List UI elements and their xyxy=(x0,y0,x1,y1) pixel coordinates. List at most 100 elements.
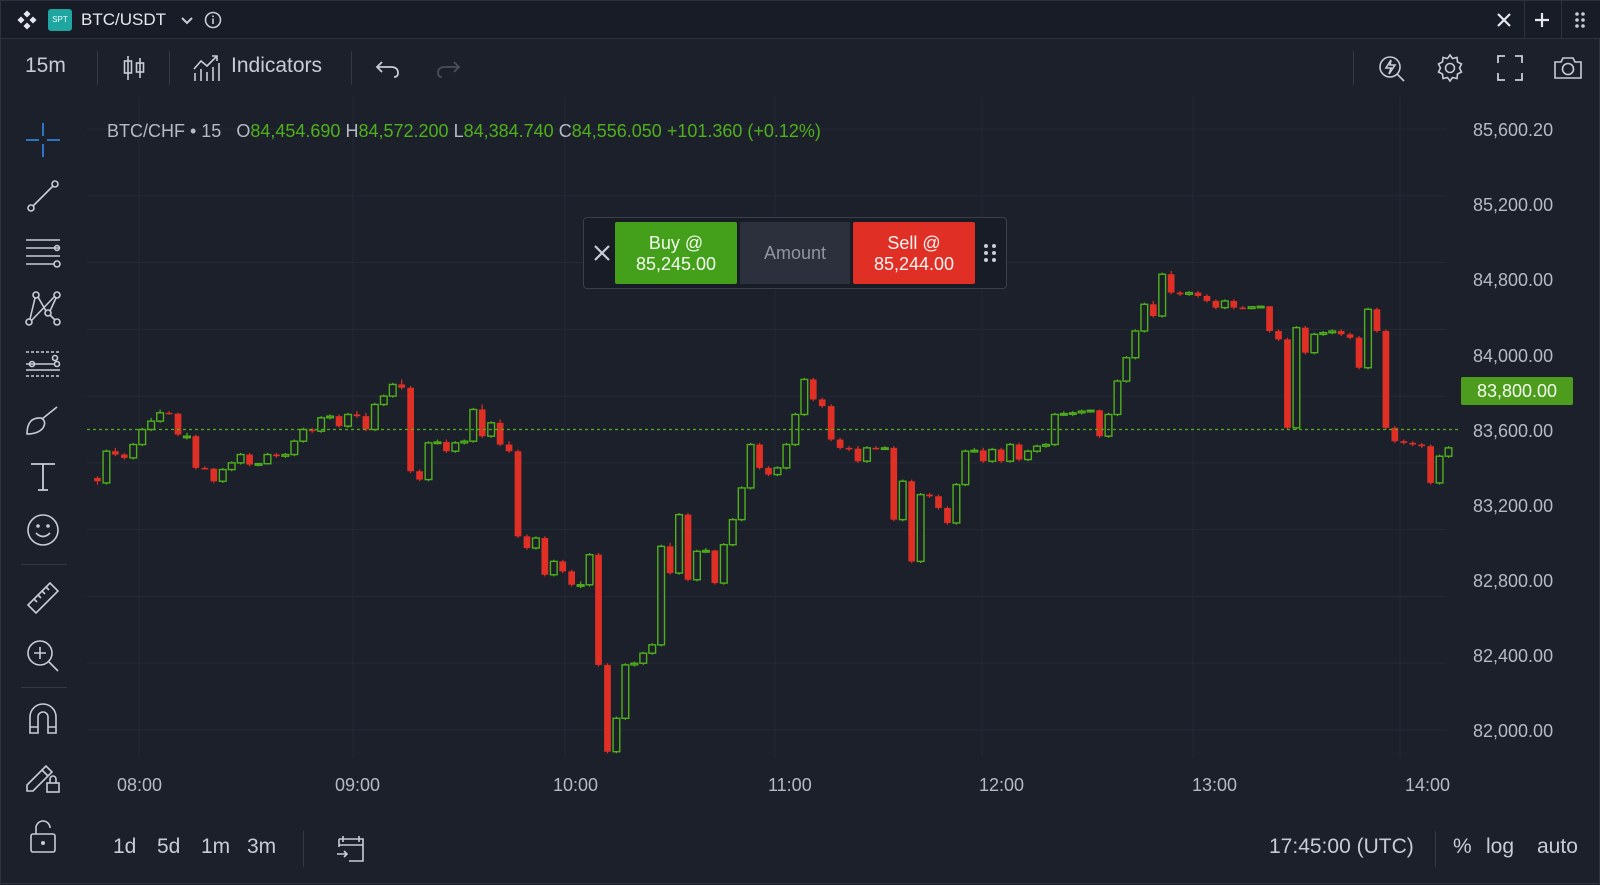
legend-open: 84,454.690 xyxy=(250,121,341,141)
candle-down xyxy=(416,469,423,482)
legend-close: 84,556.050 xyxy=(571,121,662,141)
candle-down xyxy=(1391,426,1399,443)
candle-down xyxy=(1212,299,1220,310)
time-tick: 10:00 xyxy=(553,775,599,795)
candle-up xyxy=(1131,329,1140,360)
auto-toggle[interactable]: auto xyxy=(1537,835,1578,859)
candle-down xyxy=(666,543,674,575)
symbol-badge: SPT xyxy=(48,9,72,31)
candle-down xyxy=(944,506,951,525)
candle-up xyxy=(102,449,111,485)
brush-icon[interactable] xyxy=(24,401,62,439)
price-tick: 83,600.00 xyxy=(1473,421,1554,441)
candle-down xyxy=(1302,325,1309,355)
fullscreen-icon[interactable] xyxy=(1495,53,1525,83)
indicators-button[interactable]: Indicators xyxy=(231,54,322,78)
amount-input[interactable]: Amount xyxy=(740,222,850,284)
candle-up xyxy=(1122,356,1131,383)
candle-up xyxy=(898,479,907,522)
price-scale[interactable]: 85,600.20 85,200.00 84,800.00 84,000.00 … xyxy=(1451,97,1600,817)
close-icon[interactable] xyxy=(1495,11,1513,29)
forecast-icon[interactable] xyxy=(24,345,62,383)
go-to-date-icon[interactable] xyxy=(335,833,367,865)
sell-price: 85,244.00 xyxy=(873,254,955,274)
price-tick: 83,200.00 xyxy=(1473,496,1554,516)
candle-up xyxy=(880,446,889,451)
fib-lines-icon[interactable] xyxy=(24,233,62,271)
candle-up xyxy=(728,517,737,547)
candle-down xyxy=(120,452,128,460)
range-3m[interactable]: 3m xyxy=(247,835,276,859)
drag-handle-icon[interactable] xyxy=(982,242,998,264)
emoji-icon[interactable] xyxy=(24,511,62,549)
pattern-icon[interactable] xyxy=(24,289,62,327)
range-1m[interactable]: 1m xyxy=(201,835,230,859)
candle-up xyxy=(379,394,388,407)
candle-up xyxy=(916,492,925,564)
add-chart-icon[interactable] xyxy=(1533,11,1551,29)
candle-down xyxy=(192,434,200,470)
candle-down xyxy=(1275,329,1282,342)
candle-up xyxy=(182,432,192,440)
candle-up xyxy=(290,439,299,457)
candle-down xyxy=(505,441,513,453)
range-1d[interactable]: 1d xyxy=(113,835,136,859)
candle-down xyxy=(1373,307,1381,333)
candle-down xyxy=(165,411,173,415)
candle-up xyxy=(1256,305,1265,309)
toolbar-divider xyxy=(97,51,98,85)
utc-clock[interactable]: 17:45:00 (UTC) xyxy=(1269,835,1414,859)
log-toggle[interactable]: log xyxy=(1486,835,1514,859)
redo-icon[interactable] xyxy=(433,53,463,83)
trend-line-icon[interactable] xyxy=(24,177,62,215)
candle-down xyxy=(935,494,942,510)
candle-up xyxy=(236,452,245,465)
range-5d[interactable]: 5d xyxy=(157,835,180,859)
candle-up xyxy=(343,412,353,428)
ohlc-legend: BTC/CHF • 15 O84,454.690 H84,572.200 L84… xyxy=(107,121,821,142)
candle-down xyxy=(112,447,119,457)
candle-up xyxy=(1023,449,1033,462)
current-price-label: 83,800.00 xyxy=(1461,377,1573,405)
sell-button[interactable]: Sell @ 85,244.00 xyxy=(853,222,975,284)
settings-icon[interactable] xyxy=(1435,53,1465,83)
candle-down xyxy=(1284,337,1291,430)
candle-up xyxy=(639,651,648,665)
magnet-icon[interactable] xyxy=(24,699,62,737)
interval-selector[interactable]: 15m xyxy=(25,54,66,78)
drag-handle-icon[interactable] xyxy=(1571,10,1589,30)
candle-up xyxy=(1292,325,1301,430)
buy-button[interactable]: Buy @ 85,245.00 xyxy=(615,222,737,284)
chevron-down-icon[interactable] xyxy=(179,12,195,28)
candle-down xyxy=(979,447,987,463)
undo-icon[interactable] xyxy=(373,53,403,83)
symbol-selector[interactable]: BTC/USDT xyxy=(81,10,166,30)
lock-drawing-icon[interactable] xyxy=(24,757,62,795)
close-icon[interactable] xyxy=(592,243,612,263)
price-tick: 84,800.00 xyxy=(1473,270,1554,290)
candle-up xyxy=(1113,379,1122,417)
candle-up xyxy=(424,441,433,482)
quick-trade-icon[interactable] xyxy=(1377,53,1407,83)
info-icon[interactable] xyxy=(204,11,222,29)
ruler-icon[interactable] xyxy=(24,579,62,617)
zoom-in-icon[interactable] xyxy=(24,637,62,675)
candle-down xyxy=(174,412,182,437)
text-icon[interactable] xyxy=(24,457,62,495)
candle-up xyxy=(630,661,639,667)
candle-up xyxy=(1184,290,1194,296)
exchange-logo-icon xyxy=(17,10,37,30)
price-chart[interactable] xyxy=(87,97,1487,817)
percent-toggle[interactable]: % xyxy=(1453,835,1472,859)
candle-up xyxy=(1435,454,1444,485)
candles-icon[interactable] xyxy=(119,53,149,83)
camera-icon[interactable] xyxy=(1553,53,1583,83)
candle-up xyxy=(281,452,290,458)
tools-divider xyxy=(21,687,67,688)
toolbar-divider xyxy=(1353,51,1354,85)
crosshair-icon[interactable] xyxy=(24,121,62,159)
candle-up xyxy=(961,449,970,487)
price-tick: 82,400.00 xyxy=(1473,646,1554,666)
candle-down xyxy=(836,437,844,450)
indicators-icon[interactable] xyxy=(192,53,222,83)
